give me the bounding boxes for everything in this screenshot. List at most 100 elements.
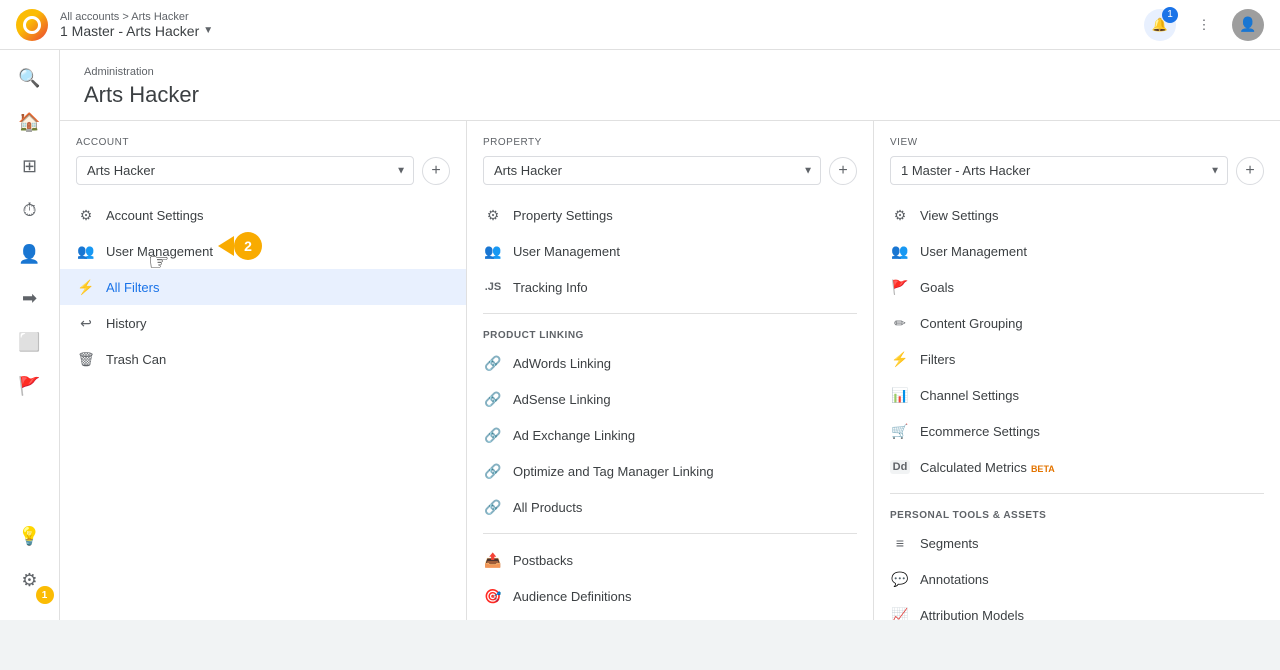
adsense-linking-icon: 🔗 bbox=[483, 389, 503, 409]
view-add-button[interactable]: + bbox=[1236, 157, 1264, 185]
adwords-linking-icon: 🔗 bbox=[483, 353, 503, 373]
all-filters-item[interactable]: ⚡ All Filters bbox=[60, 269, 466, 305]
property-select[interactable]: Arts Hacker ▼ bbox=[483, 156, 821, 185]
account-column: ACCOUNT Arts Hacker ▼ + bbox=[60, 121, 467, 620]
optimize-tag-manager-icon: 🔗 bbox=[483, 461, 503, 481]
property-settings-icon: ⚙ bbox=[483, 205, 503, 225]
account-select[interactable]: Arts Hacker ▼ bbox=[76, 156, 414, 185]
audience-definitions-item[interactable]: 🎯 Audience Definitions bbox=[467, 578, 873, 614]
sidebar-item-home[interactable]: 🏠 bbox=[10, 102, 50, 142]
attribution-models-item[interactable]: 📈 Attribution Models bbox=[874, 597, 1280, 620]
sidebar-item-behavior[interactable]: ⬜ bbox=[10, 322, 50, 362]
ad-exchange-linking-item[interactable]: 🔗 Ad Exchange Linking bbox=[467, 417, 873, 453]
channel-settings-item[interactable]: 📊 Channel Settings bbox=[874, 377, 1280, 413]
adsense-linking-item[interactable]: 🔗 AdSense Linking bbox=[467, 381, 873, 417]
account-select-arrow: ▼ bbox=[396, 165, 406, 176]
trash-can-label: Trash Can bbox=[106, 352, 450, 367]
property-settings-label: Property Settings bbox=[513, 208, 857, 223]
view-user-management-icon: 👥 bbox=[890, 241, 910, 261]
optimize-tag-manager-item[interactable]: 🔗 Optimize and Tag Manager Linking bbox=[467, 453, 873, 489]
calculated-metrics-icon: Dd bbox=[890, 457, 910, 477]
account-add-button[interactable]: + bbox=[422, 157, 450, 185]
property-user-management-item[interactable]: 👥 User Management bbox=[467, 233, 873, 269]
notification-badge: 1 bbox=[1162, 7, 1178, 23]
personal-tools-divider bbox=[890, 493, 1264, 494]
content-grouping-icon: ✏ bbox=[890, 313, 910, 333]
more-options-button[interactable]: ⋮ bbox=[1188, 9, 1220, 41]
app-logo[interactable] bbox=[16, 9, 48, 41]
sidebar-item-conversions[interactable]: 🚩 bbox=[10, 366, 50, 406]
admin-label: Administration bbox=[84, 66, 1256, 78]
admin-title: Arts Hacker bbox=[84, 82, 1256, 108]
callout-2-arrow bbox=[218, 236, 234, 256]
account-user-management-item[interactable]: 👥 User Management bbox=[60, 233, 466, 269]
postbacks-label: Postbacks bbox=[513, 553, 857, 568]
user-avatar[interactable]: 👤 bbox=[1232, 9, 1264, 41]
sidebar-item-dashboard[interactable]: ⊞ bbox=[10, 146, 50, 186]
sidebar-item-settings[interactable]: ⚙ 1 bbox=[10, 560, 50, 600]
account-settings-item[interactable]: ⚙ Account Settings bbox=[60, 197, 466, 233]
property-select-arrow: ▼ bbox=[803, 165, 813, 176]
view-filters-item[interactable]: ⚡ Filters bbox=[874, 341, 1280, 377]
account-selector: All accounts > Arts Hacker 1 Master - Ar… bbox=[60, 11, 1144, 39]
ecommerce-settings-item[interactable]: 🛒 Ecommerce Settings bbox=[874, 413, 1280, 449]
calculated-metrics-item[interactable]: Dd Calculated MetricsBETA bbox=[874, 449, 1280, 485]
admin-header: Administration Arts Hacker bbox=[60, 50, 1280, 121]
audience-definitions-label: Audience Definitions bbox=[513, 589, 857, 604]
view-filters-label: Filters bbox=[920, 352, 1264, 367]
goals-item[interactable]: 🚩 Goals bbox=[874, 269, 1280, 305]
property-settings-item[interactable]: ⚙ Property Settings bbox=[467, 197, 873, 233]
view-select[interactable]: 1 Master - Arts Hacker ▼ bbox=[890, 156, 1228, 185]
postbacks-item[interactable]: 📤 Postbacks bbox=[467, 542, 873, 578]
product-linking-divider bbox=[483, 313, 857, 314]
sidebar-item-discover[interactable]: 💡 bbox=[10, 516, 50, 556]
tracking-info-icon: .JS bbox=[483, 277, 503, 297]
view-settings-item[interactable]: ⚙ View Settings bbox=[874, 197, 1280, 233]
sidebar-item-audience[interactable]: 👤 bbox=[10, 234, 50, 274]
history-item[interactable]: ↩ History bbox=[60, 305, 466, 341]
view-label: VIEW bbox=[890, 137, 1264, 148]
segments-icon: ≡ bbox=[890, 533, 910, 553]
property-user-management-icon: 👥 bbox=[483, 241, 503, 261]
sidebar-item-acquisition[interactable]: ➡ bbox=[10, 278, 50, 318]
callout-2-badge: 2 bbox=[234, 232, 262, 260]
adwords-linking-item[interactable]: 🔗 AdWords Linking bbox=[467, 345, 873, 381]
account-settings-label: Account Settings bbox=[106, 208, 450, 223]
attribution-models-label: Attribution Models bbox=[920, 608, 1264, 621]
content-grouping-item[interactable]: ✏ Content Grouping bbox=[874, 305, 1280, 341]
property-label: PROPERTY bbox=[483, 137, 857, 148]
annotations-icon: 💬 bbox=[890, 569, 910, 589]
all-filters-label: All Filters bbox=[106, 280, 450, 295]
product-linking-header: PRODUCT LINKING bbox=[467, 322, 873, 345]
breadcrumb: All accounts > Arts Hacker bbox=[60, 11, 213, 23]
account-title[interactable]: 1 Master - Arts Hacker ▼ bbox=[60, 23, 213, 39]
channel-settings-label: Channel Settings bbox=[920, 388, 1264, 403]
view-column: VIEW 1 Master - Arts Hacker ▼ + bbox=[874, 121, 1280, 620]
all-products-icon: 🔗 bbox=[483, 497, 503, 517]
annotations-item[interactable]: 💬 Annotations bbox=[874, 561, 1280, 597]
view-settings-icon: ⚙ bbox=[890, 205, 910, 225]
all-products-item[interactable]: 🔗 All Products bbox=[467, 489, 873, 525]
sidebar-item-search[interactable]: 🔍 bbox=[10, 58, 50, 98]
tracking-info-item[interactable]: .JS Tracking Info bbox=[467, 269, 873, 305]
segments-item[interactable]: ≡ Segments bbox=[874, 525, 1280, 561]
postbacks-icon: 📤 bbox=[483, 550, 503, 570]
all-filters-icon: ⚡ bbox=[76, 277, 96, 297]
property-add-button[interactable]: + bbox=[829, 157, 857, 185]
goals-label: Goals bbox=[920, 280, 1264, 295]
trash-icon: 🗑 bbox=[76, 349, 96, 369]
callout-2-container: 2 bbox=[218, 232, 262, 260]
custom-definitions-item[interactable]: Dd Custom Definitions bbox=[467, 614, 873, 620]
adwords-linking-label: AdWords Linking bbox=[513, 356, 857, 371]
account-label: ACCOUNT bbox=[76, 137, 450, 148]
main-layout: 🔍 🏠 ⊞ ⏱ 👤 ➡ ⬜ 🚩 💡 ⚙ 1 Administration Art… bbox=[0, 50, 1280, 620]
trash-can-item[interactable]: 🗑 Trash Can bbox=[60, 341, 466, 377]
audience-definitions-icon: 🎯 bbox=[483, 586, 503, 606]
view-user-management-item[interactable]: 👥 User Management bbox=[874, 233, 1280, 269]
content-grouping-label: Content Grouping bbox=[920, 316, 1264, 331]
sidebar-item-realtime[interactable]: ⏱ bbox=[10, 190, 50, 230]
notification-button[interactable]: 🔔 1 bbox=[1144, 9, 1176, 41]
ad-exchange-label: Ad Exchange Linking bbox=[513, 428, 857, 443]
three-column-layout: ACCOUNT Arts Hacker ▼ + bbox=[60, 121, 1280, 620]
segments-label: Segments bbox=[920, 536, 1264, 551]
